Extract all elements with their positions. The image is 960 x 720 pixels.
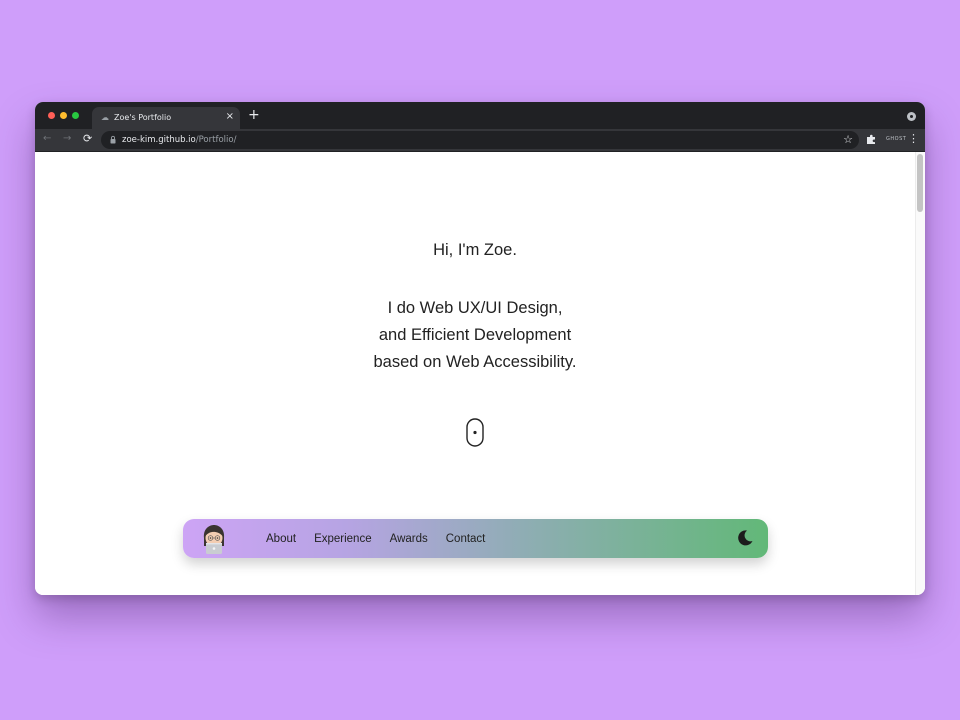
browser-window: ☁ Zoe's Portfolio × + ← → ⟳ zoe-kim.gith…	[35, 102, 925, 595]
new-tab-button[interactable]: +	[248, 108, 260, 122]
url-path: /Portfolio/	[195, 135, 237, 145]
reload-button[interactable]: ⟳	[83, 133, 92, 145]
profile-icon[interactable]	[907, 112, 916, 121]
forward-button[interactable]: →	[63, 133, 71, 145]
extension-ghost-label[interactable]: GHOST	[886, 135, 906, 143]
address-bar[interactable]: zoe-kim.github.io/Portfolio/ ☆	[101, 131, 859, 149]
page-viewport: Hi, I'm Zoe. I do Web UX/UI Design, and …	[35, 152, 925, 595]
nav-link-awards[interactable]: Awards	[390, 533, 428, 545]
scrollbar-thumb[interactable]	[917, 154, 923, 212]
lock-icon	[110, 135, 116, 144]
bookmark-star-icon[interactable]: ☆	[843, 133, 853, 147]
url-host: zoe-kim.github.io	[122, 135, 196, 145]
tab-close-icon[interactable]: ×	[226, 111, 234, 123]
back-button[interactable]: ←	[43, 133, 51, 145]
moon-icon[interactable]	[736, 529, 754, 547]
bottom-navbar: About Experience Awards Contact	[183, 519, 768, 558]
minimize-window-button[interactable]	[60, 112, 67, 119]
browser-toolbar: ← → ⟳ zoe-kim.github.io/Portfolio/ ☆ GHO…	[35, 129, 925, 152]
avatar[interactable]	[200, 524, 228, 554]
hero-greeting: Hi, I'm Zoe.	[433, 241, 517, 259]
nav-link-about[interactable]: About	[266, 533, 296, 545]
maximize-window-button[interactable]	[72, 112, 79, 119]
browser-tab[interactable]: ☁ Zoe's Portfolio ×	[92, 107, 240, 130]
nav-link-experience[interactable]: Experience	[314, 533, 372, 545]
hero-tagline: I do Web UX/UI Design, and Efficient Dev…	[35, 295, 915, 376]
browser-menu-icon[interactable]: ⋮	[908, 133, 919, 145]
page-scrollbar[interactable]	[915, 152, 925, 595]
browser-titlebar: ☁ Zoe's Portfolio × +	[35, 102, 925, 130]
tagline-line-3: based on Web Accessibility.	[373, 353, 577, 371]
tagline-line-2: and Efficient Development	[378, 326, 572, 344]
url-text: zoe-kim.github.io/Portfolio/	[122, 134, 236, 146]
close-window-button[interactable]	[48, 112, 55, 119]
nav-link-contact[interactable]: Contact	[446, 533, 486, 545]
tagline-line-1: I do Web UX/UI Design,	[387, 299, 563, 317]
nav-links: About Experience Awards Contact	[266, 519, 503, 558]
tab-title: Zoe's Portfolio	[114, 113, 172, 122]
extensions-puzzle-icon[interactable]	[866, 134, 877, 145]
favicon-icon: ☁	[101, 113, 109, 122]
scroll-mouse-icon[interactable]	[466, 418, 484, 447]
